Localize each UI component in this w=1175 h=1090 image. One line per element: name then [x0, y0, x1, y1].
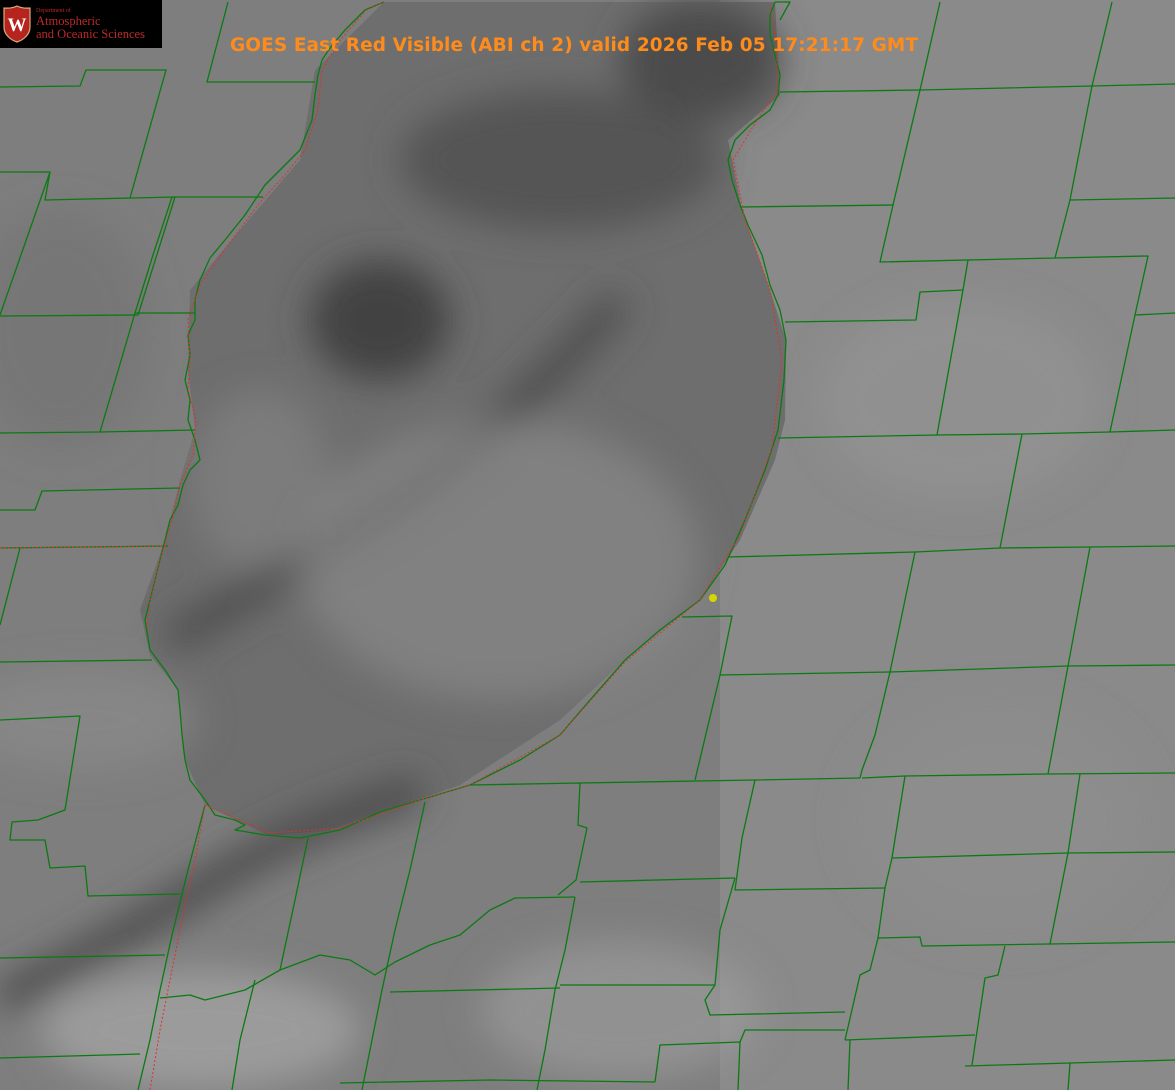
logo-line-2: and Oceanic Sciences [36, 26, 145, 41]
satellite-imagery [0, 0, 1175, 1090]
seal-letter: W [8, 15, 27, 36]
satellite-map [0, 0, 1175, 1090]
department-logo: W Department of Atmospheric and Oceanic … [0, 0, 162, 48]
image-title: GOES East Red Visible (ABI ch 2) valid 2… [230, 35, 919, 56]
university-seal-icon: W [2, 4, 32, 44]
logo-dept-text: Department of [36, 7, 71, 14]
logo-line-1: Atmospheric [36, 13, 101, 28]
location-marker [709, 594, 717, 602]
